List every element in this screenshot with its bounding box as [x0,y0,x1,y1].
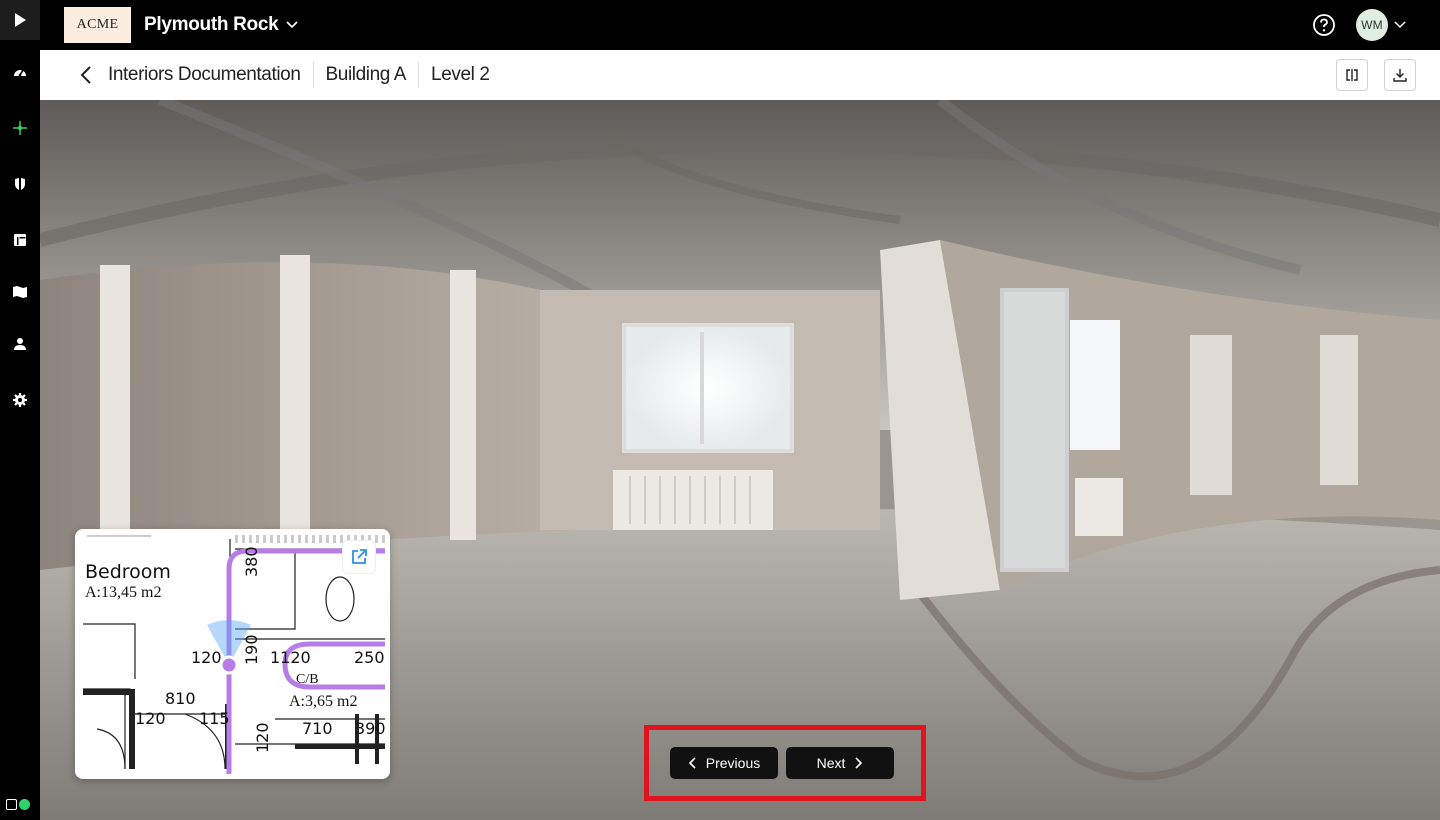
avatar: WM [1356,9,1388,41]
room-area-label: A:3,65 m2 [289,693,358,710]
back-button[interactable] [74,63,98,87]
crosshair-icon [13,121,27,135]
sidebar-item-dashboard[interactable] [8,60,32,84]
dimension-label: 1120 [270,648,311,667]
dimension-label: 710 [302,719,333,738]
room-area-label: A:13,45 m2 [85,584,162,601]
sidebar-item-users[interactable] [8,332,32,356]
layout-icon [14,234,26,246]
floor-plan-minimap[interactable]: Bedroom A:13,45 m2 380 190 120 1120 250 … [75,529,390,779]
previous-button[interactable]: Previous [670,747,778,779]
sidebar-toggle-button[interactable] [0,0,40,40]
user-menu[interactable]: WM [1356,9,1406,41]
dimension-label: 120 [191,648,222,667]
shield-icon [15,178,25,190]
sidebar-item-safety[interactable] [8,172,32,196]
dimension-label: 115 [199,709,230,728]
sidebar-item-settings[interactable] [8,388,32,412]
left-rail [0,0,40,820]
sidebar-item-capture[interactable] [8,116,32,140]
breadcrumb-item[interactable]: Building A [314,62,419,88]
dimension-label: 120 [135,709,166,728]
breadcrumb: Interiors Documentation Building A Level… [108,62,502,88]
map-icon [13,286,27,298]
dimension-label: 120 [253,722,272,753]
room-name-label: Bedroom [85,561,171,583]
breadcrumb-item[interactable]: Level 2 [419,62,501,88]
window-icon [6,799,17,810]
expand-minimap-button[interactable] [343,541,375,573]
project-selector[interactable]: Plymouth Rock [144,12,298,38]
previous-label: Previous [705,755,761,771]
status-dot [19,799,30,810]
play-icon [15,13,26,27]
sidebar-item-documents[interactable] [8,228,32,252]
sidebar-item-map[interactable] [8,280,32,304]
split-view-button[interactable] [1336,59,1368,91]
next-button[interactable]: Next [786,747,894,779]
chevron-right-icon [855,757,863,769]
chevron-down-icon [1394,21,1406,29]
company-logo[interactable]: ACME [64,7,131,43]
chevron-left-icon [688,757,696,769]
download-button[interactable] [1384,59,1416,91]
rail-status [6,799,30,810]
panorama-viewer[interactable]: Bedroom A:13,45 m2 380 190 120 1120 250 … [40,100,1440,820]
help-icon[interactable] [1312,13,1336,37]
dimension-label: 190 [242,634,261,665]
external-link-icon [352,549,367,564]
dimension-label: 380 [242,546,261,577]
split-view-icon [1346,69,1358,81]
project-name: Plymouth Rock [144,14,279,35]
room-name-label: C/B [296,672,319,687]
person-icon [14,338,26,350]
dimension-label: 250 [354,648,385,667]
chevron-down-icon [286,21,298,29]
dimension-label: 390 [355,719,386,738]
arrow-left-icon [80,66,91,84]
gear-icon [13,393,27,407]
dimension-label: 810 [165,689,196,708]
breadcrumb-item[interactable]: Interiors Documentation [108,62,313,88]
top-bar: ACME Plymouth Rock WM [40,0,1440,50]
download-icon [1393,69,1407,82]
breadcrumb-bar: Interiors Documentation Building A Level… [40,50,1440,100]
gauge-icon [14,69,26,77]
next-label: Next [816,755,846,771]
